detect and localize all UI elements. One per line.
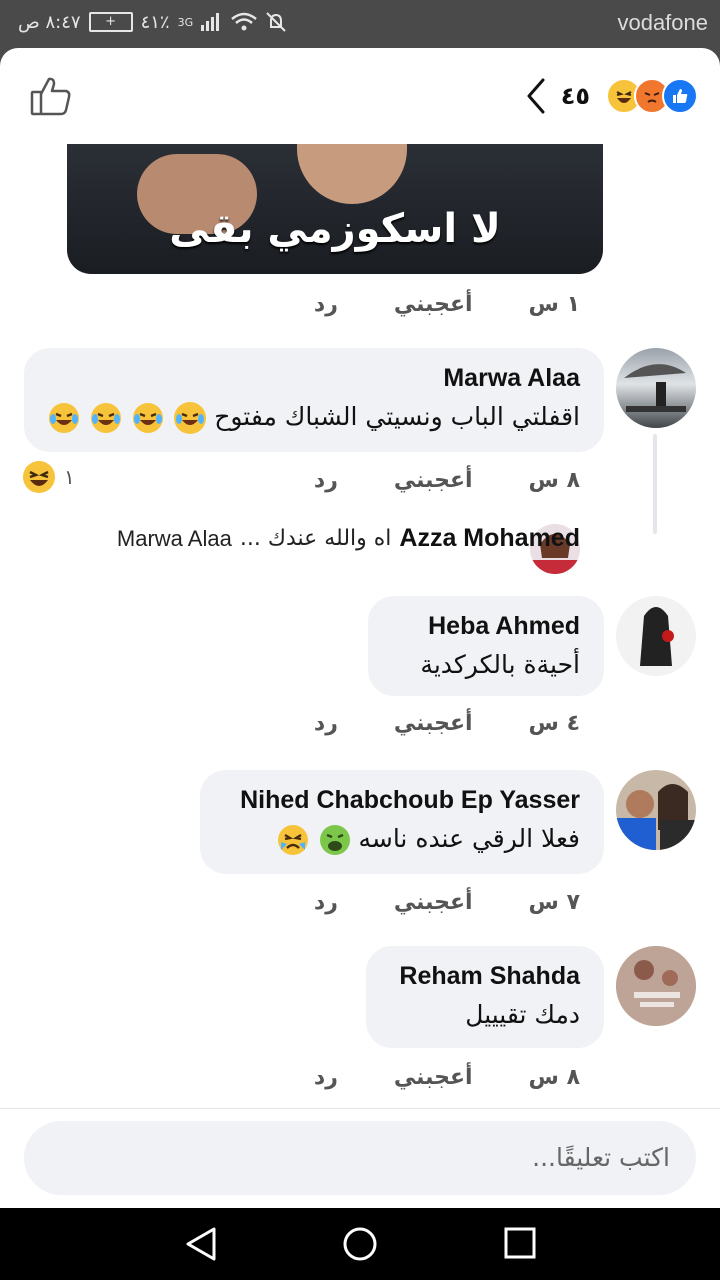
thread-line [653, 434, 657, 534]
mute-icon [266, 12, 286, 32]
comment-time: ٨ س [528, 1065, 580, 1090]
post-like-link[interactable]: أعجبني [394, 292, 473, 317]
post-reply-link[interactable]: رد [314, 292, 338, 317]
post-time: ١ س [528, 292, 580, 317]
avatar[interactable] [616, 770, 696, 850]
status-bar: ٨:٤٧ ص + ٤١٪ 3G vodafone [0, 0, 720, 48]
comment-bubble[interactable]: Marwa Alaa اقفلتي الباب ونسيتي الشباك مف… [24, 348, 604, 452]
comment-bubble[interactable]: Heba Ahmed أحيةة بالكركدية [368, 596, 604, 696]
wifi-icon [231, 12, 257, 31]
recents-nav-icon[interactable] [504, 1226, 536, 1260]
comment-reactions[interactable]: ١ [22, 460, 75, 494]
comment-like-link[interactable]: أعجبني [394, 890, 473, 915]
comment-like-link[interactable]: أعجبني [394, 711, 473, 736]
avatar[interactable] [616, 348, 696, 428]
comment-text: أحيةة بالكركدية [420, 650, 580, 679]
system-nav-bar [0, 1208, 720, 1280]
avatar[interactable] [616, 596, 696, 676]
reply-text: اه والله عندك ... [239, 526, 392, 551]
comment-time: ٧ س [528, 890, 580, 915]
comment-like-link[interactable]: أعجبني [394, 1065, 473, 1090]
battery-level: ٤١٪ [140, 11, 170, 33]
thumbs-up-icon [30, 77, 71, 116]
comment-bubble[interactable]: Nihed Chabchoub Ep Yasser فعلا الرقي عند… [200, 770, 604, 874]
comment-reply-link[interactable]: رد [314, 1065, 338, 1090]
status-time: ٨:٤٧ ص [18, 11, 81, 33]
like-reaction-icon [662, 78, 698, 114]
comment-text: اقفلتي الباب ونسيتي الشباك مفتوح [46, 402, 580, 434]
laughing-tears-icon [48, 402, 80, 434]
vomiting-face-icon [319, 824, 351, 856]
comment-input-placeholder: اكتب تعليقًا... [532, 1143, 670, 1172]
comment-composer: اكتب تعليقًا... [0, 1108, 720, 1208]
comment-like-link[interactable]: أعجبني [394, 468, 473, 493]
comment-text: دمك تقيييل [465, 1000, 580, 1029]
comment-input[interactable]: اكتب تعليقًا... [24, 1121, 696, 1195]
comment-time: ٨ س [528, 468, 580, 493]
comment-bubble[interactable]: Reham Shahda دمك تقيييل [366, 946, 604, 1048]
image-neck [297, 144, 407, 204]
image-caption: لا اسكوزمي بقى [169, 206, 501, 252]
network-type: 3G [177, 15, 194, 29]
comment-actions: ٨ س أعجبني رد [314, 1065, 580, 1090]
battery-icon: + [88, 12, 133, 32]
comment-text: فعلا الرقي عنده ناسه [275, 824, 580, 856]
comment-actions: ٧ س أعجبني رد [314, 890, 580, 915]
comment-reply-link[interactable]: رد [314, 468, 338, 493]
avatar[interactable] [616, 946, 696, 1026]
sheet-header: ٤٥ [0, 48, 720, 144]
comment-author[interactable]: Reham Shahda [399, 962, 580, 991]
home-nav-icon[interactable] [342, 1226, 378, 1262]
reply-preview[interactable]: Marwa Alaa اه والله عندك ... Azza Mohame… [117, 524, 580, 553]
laughing-tears-icon [174, 402, 207, 434]
laughing-tears-icon [132, 402, 164, 434]
carrier-name: vodafone [617, 10, 708, 35]
post-image[interactable]: لا اسكوزمي بقى [67, 144, 603, 274]
reply-author[interactable]: Azza Mohamed [399, 524, 580, 553]
post-actions: ١ س أعجبني رد [314, 292, 580, 317]
haha-reaction-icon [23, 461, 55, 493]
laughing-tears-icon [90, 402, 122, 434]
like-post-button[interactable] [30, 76, 72, 120]
comment-author[interactable]: Heba Ahmed [428, 612, 580, 641]
comment-author[interactable]: Marwa Alaa [443, 364, 580, 393]
back-nav-icon[interactable] [184, 1226, 218, 1262]
comment-reaction-count: ١ [64, 465, 75, 489]
comment-text-content: اقفلتي الباب ونسيتي الشباك مفتوح [214, 402, 580, 431]
comment-actions: ٤ س أعجبني رد [314, 711, 580, 736]
reply-mention: Marwa Alaa [116, 525, 232, 551]
signal-icon [201, 13, 220, 31]
status-left: ٨:٤٧ ص + ٤١٪ 3G [18, 11, 287, 33]
chevron-left-icon[interactable] [525, 78, 547, 114]
comment-actions: ٨ س أعجبني رد [314, 468, 580, 493]
comment-reply-link[interactable]: رد [314, 890, 338, 915]
comment-time: ٤ س [528, 711, 580, 736]
crying-face-icon [277, 824, 309, 856]
reaction-count: ٤٥ [560, 82, 590, 110]
comment-text-content: فعلا الرقي عنده ناسه [358, 824, 580, 853]
comment-reply-link[interactable]: رد [314, 711, 338, 736]
reactions-summary[interactable]: ٤٥ [525, 78, 698, 114]
comments-sheet: ٤٥ لا اسكوزمي بقى ١ س أعجبني رد Marwa Al… [0, 48, 720, 1208]
comment-author[interactable]: Nihed Chabchoub Ep Yasser [240, 786, 580, 815]
